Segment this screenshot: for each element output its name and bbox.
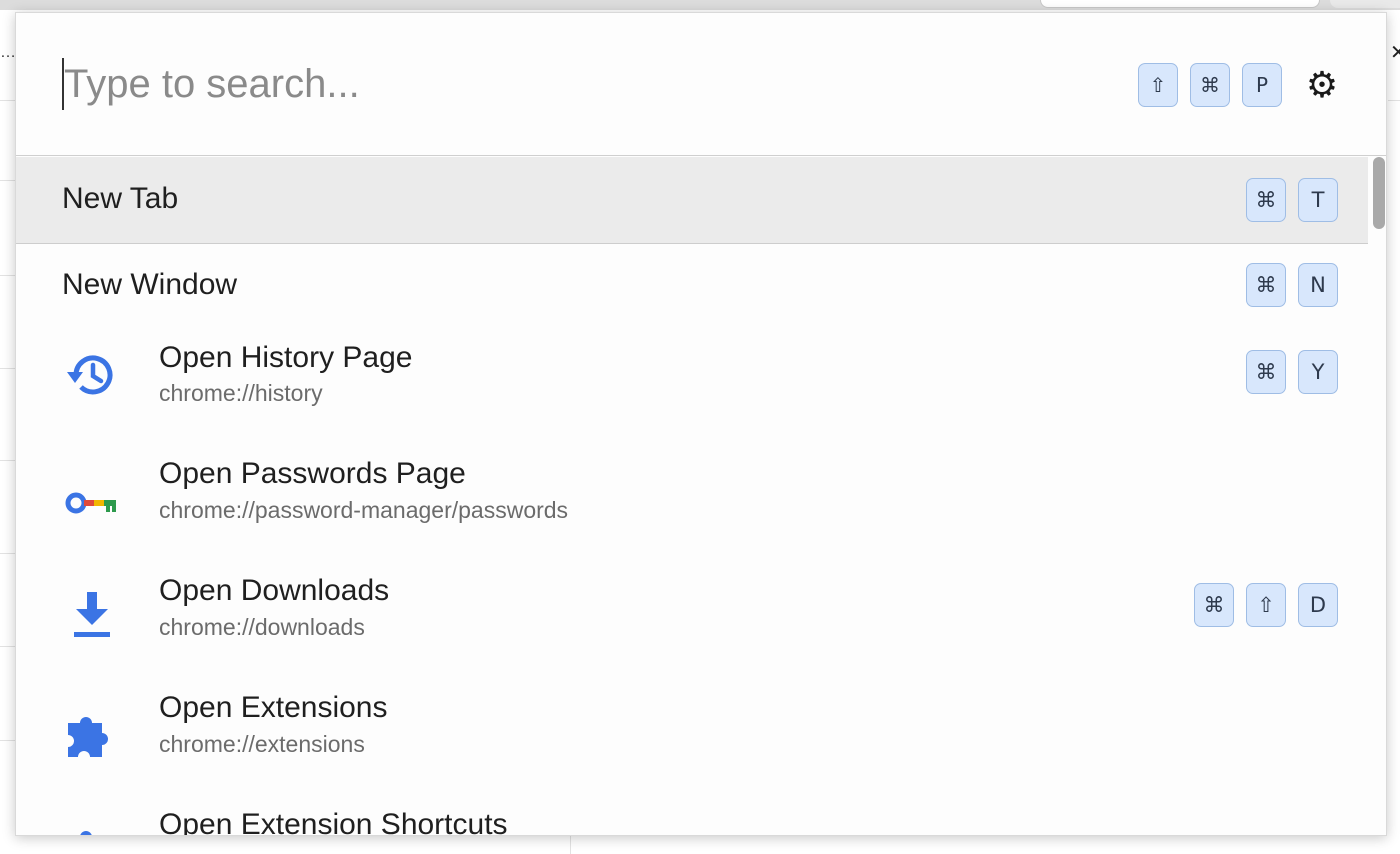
gear-icon[interactable]: ⚙ [1302,63,1342,107]
command-palette: ⇧ ⌘ P ⚙ New Tab ⌘ T New Window ⌘ N [15,12,1387,836]
command-key-icon: ⌘ [1246,350,1286,394]
result-open-history[interactable]: Open History Page chrome://history ⌘ Y [16,330,1368,446]
key-icon [65,492,116,514]
background-divider [0,275,15,276]
results-scrollbar[interactable] [1370,157,1386,835]
browser-tab[interactable] [1040,0,1320,8]
result-title: New Tab [62,182,179,215]
result-new-tab[interactable]: New Tab ⌘ T [16,157,1368,244]
background-close-icon[interactable]: ✕ [1390,40,1400,65]
result-shortcut: ⌘ ⇧ D [1182,583,1338,627]
result-title: Open History Page [159,341,413,374]
result-subtitle: chrome://downloads [159,614,365,640]
background-ellipsis: … [0,44,16,61]
result-shortcut: ⌘ T [1234,178,1338,222]
background-divider [1388,100,1400,101]
command-key-icon: ⌘ [1194,583,1234,627]
download-icon [74,592,110,637]
command-key-icon: ⌘ [1246,178,1286,222]
result-subtitle: chrome://history [159,380,323,406]
result-title: Open Passwords Page [159,457,466,490]
puzzle-icon [80,831,92,835]
history-icon [67,355,113,395]
results-list: New Tab ⌘ T New Window ⌘ N Open History … [16,157,1368,836]
background-divider [0,646,15,647]
hotkey-letter: P [1242,63,1282,107]
result-shortcut: ⌘ N [1234,263,1338,307]
background-divider [0,553,15,554]
browser-tab[interactable] [1330,0,1400,8]
shortcut-letter: Y [1298,350,1338,394]
command-key-icon: ⌘ [1190,63,1230,107]
result-title: Open Extension Shortcuts [159,808,508,836]
palette-hotkey: ⇧ ⌘ P ⚙ [1126,63,1342,107]
shift-key-icon: ⇧ [1138,63,1178,107]
command-key-icon: ⌘ [1246,263,1286,307]
shortcut-letter: T [1298,178,1338,222]
result-shortcut: ⌘ Y [1234,350,1338,394]
background-divider [0,100,15,101]
result-title: Open Extensions [159,691,388,724]
shift-key-icon: ⇧ [1246,583,1286,627]
background-divider [0,460,15,461]
result-open-extensions[interactable]: Open Extensions chrome://extensions [16,680,1368,796]
background-divider [0,180,15,181]
background-divider [570,836,571,854]
result-subtitle: chrome://extensions [159,731,365,757]
shortcut-letter: N [1298,263,1338,307]
background-divider [0,740,15,741]
shortcut-letter: D [1298,583,1338,627]
result-title: Open Downloads [159,574,390,607]
result-subtitle: chrome://password-manager/passwords [159,497,569,523]
result-open-passwords[interactable]: Open Passwords Page chrome://password-ma… [16,446,1368,563]
search-input[interactable] [64,53,1064,115]
result-new-window[interactable]: New Window ⌘ N [16,244,1368,330]
background-divider [0,368,15,369]
puzzle-icon [68,717,108,757]
scrollbar-thumb[interactable] [1373,157,1385,229]
result-open-extension-shortcuts[interactable]: Open Extension Shortcuts [16,796,1368,836]
result-open-downloads[interactable]: Open Downloads chrome://downloads ⌘ ⇧ D [16,563,1368,680]
search-bar: ⇧ ⌘ P ⚙ [16,13,1386,156]
result-title: New Window [62,268,238,301]
